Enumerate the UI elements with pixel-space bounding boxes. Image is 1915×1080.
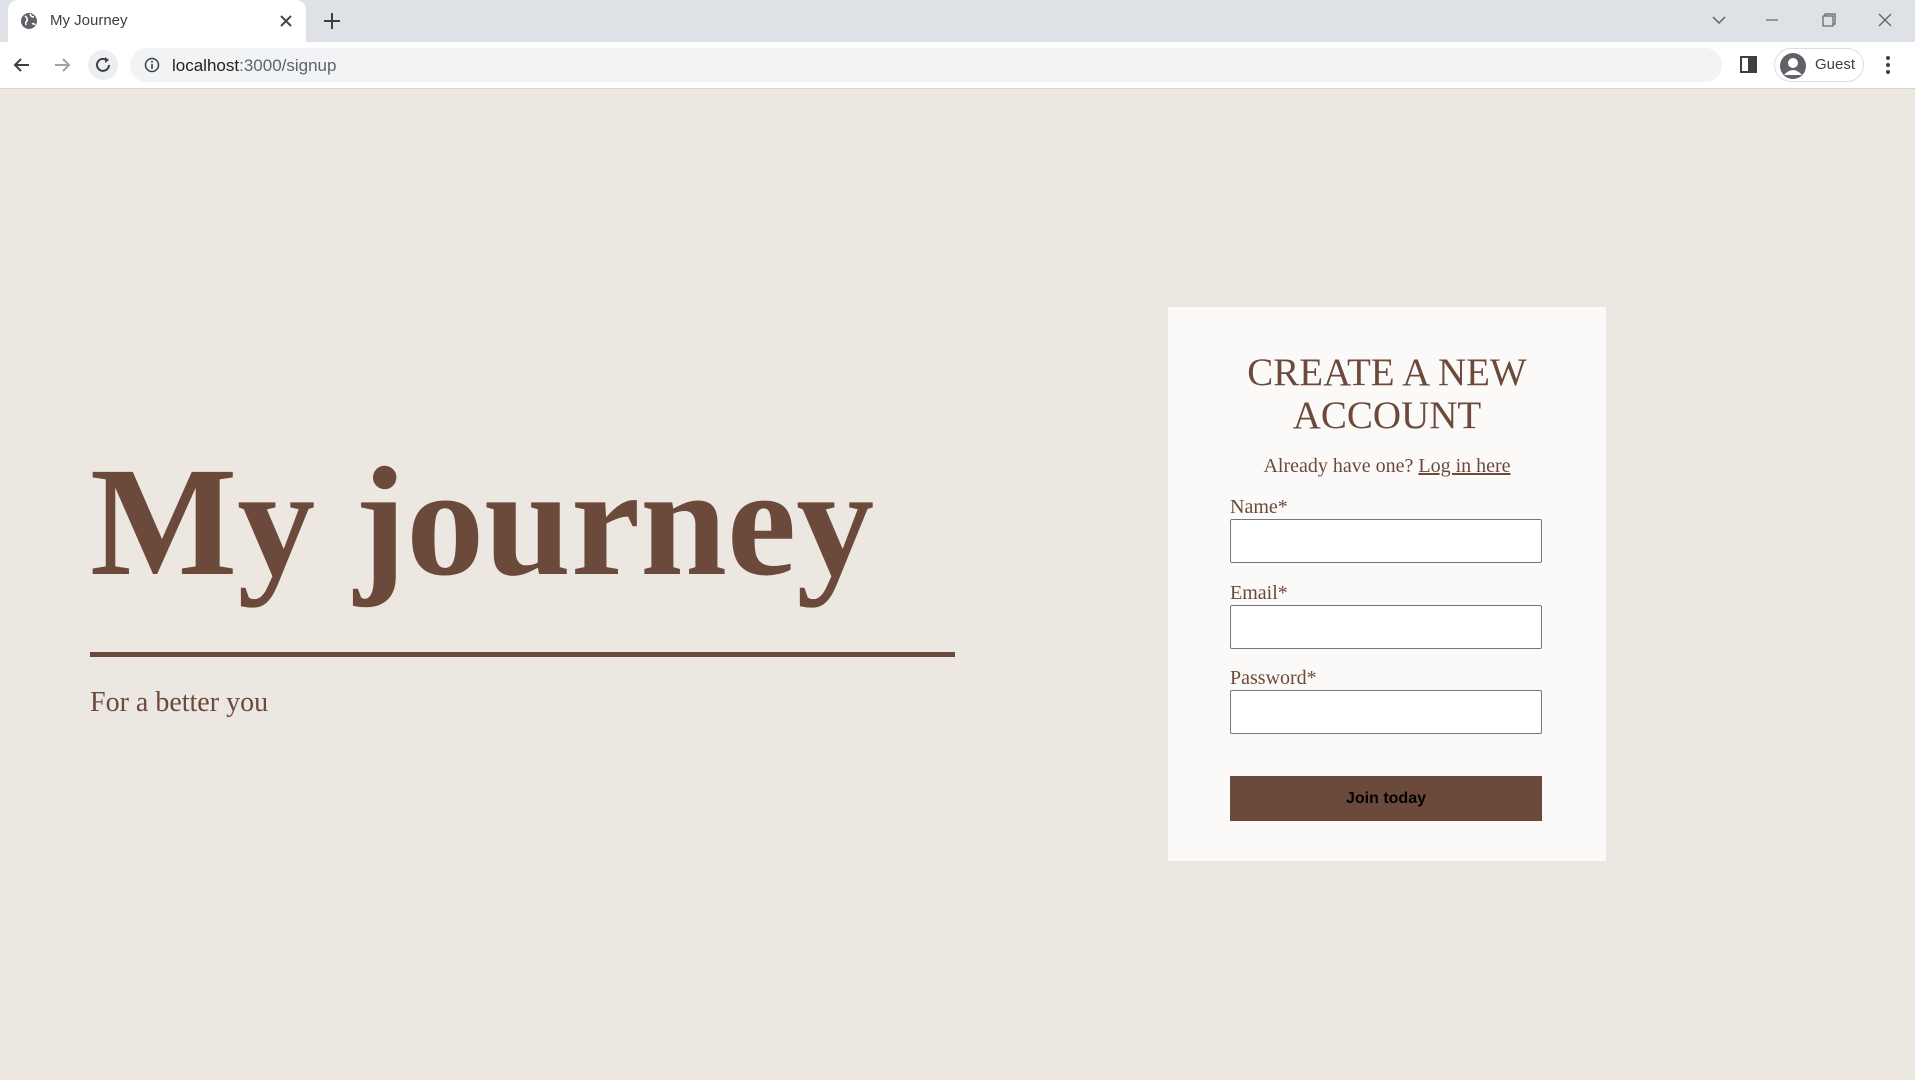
password-label: Password* — [1230, 667, 1317, 689]
login-prompt-text: Already have one? — [1263, 455, 1414, 477]
tab-strip: My Journey — [0, 0, 1915, 42]
tab-search-icon[interactable] — [1704, 8, 1734, 32]
hero-divider — [90, 652, 955, 657]
reload-button[interactable] — [88, 50, 118, 80]
name-label: Name* — [1230, 496, 1288, 518]
tab-title: My Journey — [50, 12, 128, 29]
forward-button[interactable] — [47, 50, 77, 80]
site-info-icon[interactable] — [144, 57, 160, 73]
globe-icon — [20, 12, 38, 30]
hero-subtitle: For a better you — [90, 687, 269, 718]
join-today-button[interactable]: Join today — [1230, 776, 1542, 821]
browser-tab[interactable]: My Journey — [8, 0, 306, 42]
form-title-line-2: ACCOUNT — [1292, 394, 1482, 437]
forward-arrow-icon — [55, 58, 71, 72]
login-link[interactable]: Log in here — [1418, 455, 1510, 477]
restore-icon[interactable] — [1813, 8, 1843, 32]
url-text: localhost:3000/signup — [172, 56, 336, 76]
profile-label: Guest — [1815, 56, 1856, 73]
minimize-icon[interactable] — [1757, 8, 1787, 32]
url-host: localhost — [172, 56, 240, 75]
email-field[interactable] — [1230, 605, 1542, 649]
login-prompt: Already have one? Log in here — [1168, 455, 1606, 478]
address-bar[interactable]: localhost:3000/signup — [130, 48, 1722, 82]
new-tab-button[interactable] — [318, 9, 346, 33]
profile-button[interactable]: Guest — [1774, 48, 1864, 82]
more-menu-icon[interactable] — [1876, 52, 1900, 78]
avatar-icon — [1779, 52, 1807, 80]
name-field[interactable] — [1230, 519, 1542, 563]
hero-title: My journey — [90, 435, 875, 608]
side-panel-icon[interactable] — [1738, 54, 1760, 76]
url-path: :3000/signup — [239, 56, 337, 75]
reload-icon — [96, 57, 110, 72]
form-title: CREATE A NEW ACCOUNT — [1168, 351, 1606, 437]
signup-form-card: CREATE A NEW ACCOUNT Already have one? L… — [1168, 307, 1606, 861]
browser-toolbar: localhost:3000/signup Guest — [0, 42, 1915, 89]
email-label: Email* — [1230, 582, 1288, 604]
close-window-icon[interactable] — [1870, 8, 1900, 32]
back-button[interactable] — [7, 50, 37, 80]
signup-page: My journey For a better you CREATE A NEW… — [0, 89, 1915, 1080]
back-arrow-icon — [13, 58, 29, 72]
close-tab-icon[interactable] — [276, 11, 296, 31]
form-title-line-1: CREATE A NEW — [1247, 351, 1527, 394]
password-field[interactable] — [1230, 690, 1542, 734]
